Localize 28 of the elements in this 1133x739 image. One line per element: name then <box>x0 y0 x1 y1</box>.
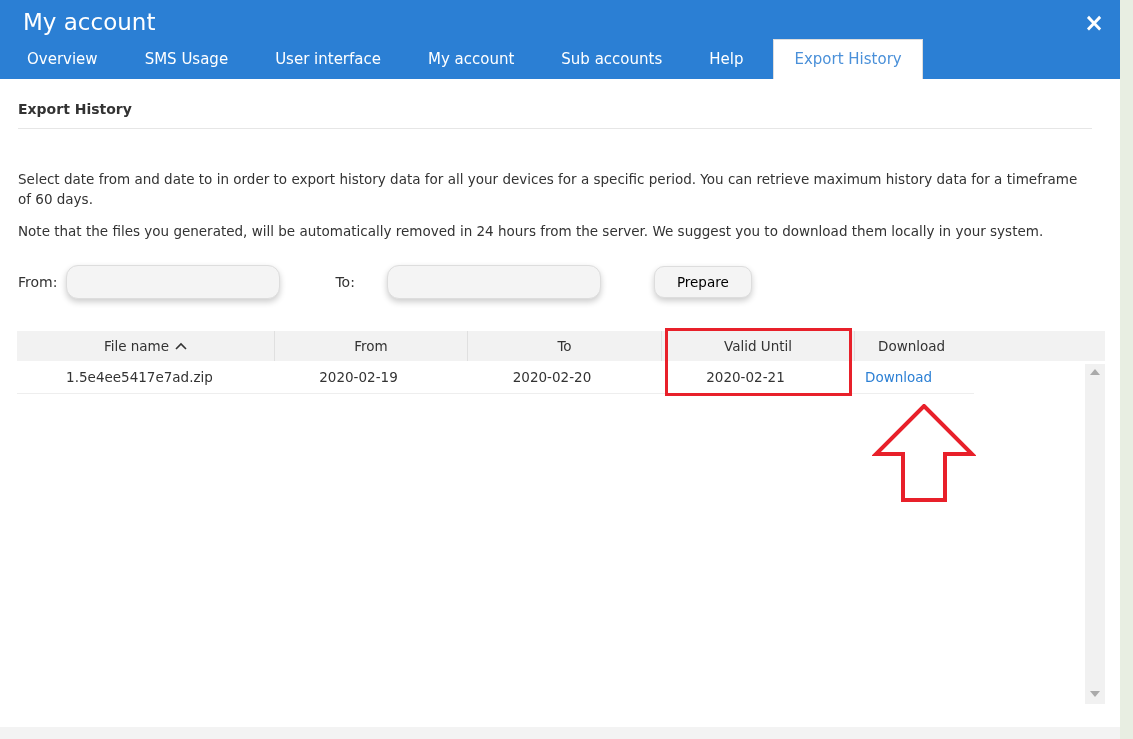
column-header[interactable]: From <box>275 331 468 362</box>
from-label: From: <box>18 272 58 292</box>
table-cell-text: 2020-02-19 <box>319 368 398 388</box>
tab[interactable]: Export History <box>773 39 923 79</box>
note-text: Note that the files you generated, will be automatically removed in 24 hours from the server. We suggest you to download them locally in your system. <box>18 222 1045 241</box>
window-title: My account <box>22 8 156 37</box>
tab[interactable]: Help <box>692 39 761 79</box>
table-cell-text: 2020-02-21 <box>706 368 785 388</box>
scrollbar[interactable] <box>1085 364 1105 705</box>
column-header[interactable]: Valid Until <box>662 331 855 362</box>
to-date-field[interactable] <box>386 265 601 300</box>
close-button[interactable]: × <box>1083 8 1104 38</box>
tab[interactable]: SMS Usage <box>127 39 246 79</box>
tab[interactable]: Overview <box>10 39 115 79</box>
tab[interactable]: My account <box>411 39 532 79</box>
table-cell-text: 1.5e4ee5417e7ad.zip <box>66 368 213 388</box>
download-link[interactable]: Download <box>865 367 933 388</box>
column-header[interactable]: To <box>468 331 662 362</box>
section-title: Export History <box>18 99 1092 129</box>
description-text: Select date from and date to in order to export history data for all your devices for a specific period. You can retrieve maximum history data for a timeframe of 60 days. <box>18 170 1079 209</box>
table-cell-text: 2020-02-20 <box>512 368 592 388</box>
column-header[interactable]: File name <box>17 331 275 362</box>
column-header[interactable]: Download <box>855 331 1105 362</box>
to-label: To: <box>335 272 355 292</box>
prepare-button[interactable]: Prepare <box>653 266 752 299</box>
tab[interactable]: User interface <box>258 39 398 79</box>
from-date-field[interactable] <box>66 265 281 300</box>
tab[interactable]: Sub accounts <box>544 39 680 79</box>
